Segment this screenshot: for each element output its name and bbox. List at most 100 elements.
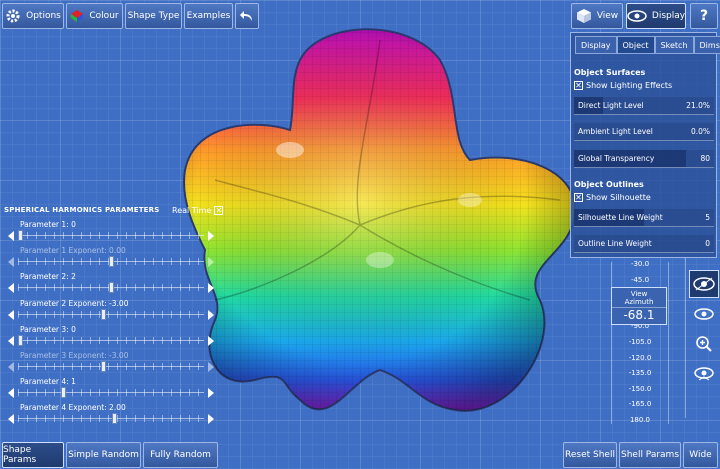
shape-params-label: Shape Params [3,445,37,465]
back-button[interactable] [235,3,259,29]
global-transparency-slider[interactable]: Global Transparency 80 [574,150,714,168]
show-silhouette-checkbox[interactable]: ✕ Show Silhouette [574,193,651,202]
increment-arrow-icon[interactable] [208,231,214,241]
params-title: SPHERICAL HARMONICS PARAMETERS [4,206,160,214]
slider-thumb[interactable] [108,282,114,294]
wide-button[interactable]: Wide [683,442,718,468]
direct-light-label: Direct Light Level [578,101,644,110]
azimuth-tick: -120.0 [628,353,652,362]
view-mode-column [685,258,720,418]
silhouette-weight-slider[interactable]: Silhouette Line Weight 5 [574,209,714,227]
colour-palette-icon [70,9,84,23]
simple-random-button[interactable]: Simple Random [66,442,141,468]
view-button[interactable]: View [571,3,623,29]
tab-dims[interactable]: Dims [693,36,720,54]
global-transparency-label: Global Transparency [578,154,655,163]
azimuth-title-azimuth: Azimuth [624,298,654,306]
tab-object[interactable]: Object [616,36,655,54]
show-lighting-checkbox[interactable]: ✕ Show Lighting Effects [574,81,672,90]
ambient-light-slider[interactable]: Ambient Light Level 0.0% [574,123,714,141]
zoom-button[interactable] [689,330,719,358]
tilt-eye-icon [693,366,715,382]
view-eye-button[interactable] [689,270,719,298]
silhouette-weight-value: 5 [705,213,710,222]
parameter-slider[interactable]: Parameter 3 Exponent: -3.00 [8,351,214,377]
decrement-arrow-icon[interactable] [8,414,14,425]
shape-type-button[interactable]: Shape Type [125,3,182,29]
slider-thumb[interactable] [18,334,23,346]
options-button[interactable]: Options [2,3,64,29]
azimuth-value: -68.1 [612,307,666,322]
examples-button[interactable]: Examples [184,3,233,29]
decrement-arrow-icon[interactable] [8,335,14,346]
outline-weight-value: 0 [705,239,710,248]
parameter-slider[interactable]: Parameter 4 Exponent: 2.00 [8,403,214,429]
increment-arrow-icon[interactable] [208,414,214,425]
view-label: View [596,11,619,21]
increment-arrow-icon[interactable] [208,388,214,399]
eye-icon [627,9,647,23]
reset-shell-button[interactable]: Reset Shell [563,442,617,468]
parameter-slider[interactable]: Parameter 3: 0 [8,325,214,351]
increment-arrow-icon[interactable] [208,257,214,268]
help-button[interactable]: ? [690,3,718,29]
azimuth-ruler[interactable]: -30.0-45.0-60.0-75.0-90.0-105.0-120.0-13… [603,258,677,428]
decrement-arrow-icon[interactable] [8,362,14,372]
display-button[interactable]: Display [626,3,686,29]
decrement-arrow-icon[interactable] [8,257,14,268]
azimuth-title-view: View [630,290,648,298]
azimuth-tick: -150.0 [628,384,652,393]
parameter-slider[interactable]: Parameter 1 Exponent: 0.00 [8,246,214,272]
examples-label: Examples [186,11,231,21]
fully-random-button[interactable]: Fully Random [143,442,218,468]
checkbox-checked-icon: ✕ [574,192,583,202]
outline-weight-label: Outline Line Weight [578,239,652,248]
azimuth-tick: -105.0 [628,338,652,346]
view-tilt-button[interactable] [689,360,719,388]
slider-thumb[interactable] [101,361,107,372]
direct-light-slider[interactable]: Direct Light Level 21.0% [574,97,714,115]
checkbox-checked-icon: ✕ [214,205,224,215]
increment-arrow-icon[interactable] [208,309,214,320]
slider-thumb[interactable] [61,387,67,399]
shape-type-label: Shape Type [127,11,180,21]
decrement-arrow-icon[interactable] [8,283,14,294]
parameter-label: Parameter 2: 2 [20,272,76,282]
display-label: Display [651,11,686,21]
parameter-slider[interactable]: Parameter 4: 1 [8,377,214,403]
increment-arrow-icon[interactable] [208,283,214,294]
panel-tabs: Display Object Sketch Dims [575,36,720,54]
decrement-arrow-icon[interactable] [8,388,14,399]
direct-light-value: 21.0% [686,101,710,110]
colour-label: Colour [89,11,119,21]
slider-thumb[interactable] [108,256,114,268]
decrement-arrow-icon[interactable] [8,309,14,320]
increment-arrow-icon[interactable] [208,362,214,372]
shape-params-button[interactable]: Shape Params [2,442,64,468]
parameter-slider[interactable]: Parameter 2 Exponent: -3.00 [8,299,214,325]
tab-sketch[interactable]: Sketch [654,36,694,54]
view-orbit-button[interactable] [689,300,719,328]
outline-weight-slider[interactable]: Outline Line Weight 0 [574,235,714,253]
tab-display[interactable]: Display [575,36,617,54]
realtime-checkbox[interactable]: Real Time ✕ [172,205,224,215]
show-lighting-label: Show Lighting Effects [586,81,673,90]
shell-params-button[interactable]: Shell Params [619,442,681,468]
slider-thumb[interactable] [101,308,107,320]
azimuth-tick: -165.0 [628,400,652,409]
shell-params-label: Shell Params [620,450,680,460]
object-outlines-heading: Object Outlines [574,180,644,189]
ambient-light-label: Ambient Light Level [578,127,653,136]
parameter-slider[interactable]: Parameter 2: 2 [8,272,214,298]
decrement-arrow-icon[interactable] [8,231,14,241]
slider-thumb[interactable] [18,230,23,241]
ambient-light-value: 0.0% [690,127,710,136]
slider-thumb[interactable] [112,413,118,425]
increment-arrow-icon[interactable] [208,335,214,346]
colour-button[interactable]: Colour [66,3,123,29]
parameter-label: Parameter 2 Exponent: -3.00 [20,298,129,308]
cube-icon [576,8,592,24]
gear-icon [5,8,21,24]
parameter-label: Parameter 1 Exponent: 0.00 [20,246,126,256]
parameter-slider[interactable]: Parameter 1: 0 [8,220,214,246]
